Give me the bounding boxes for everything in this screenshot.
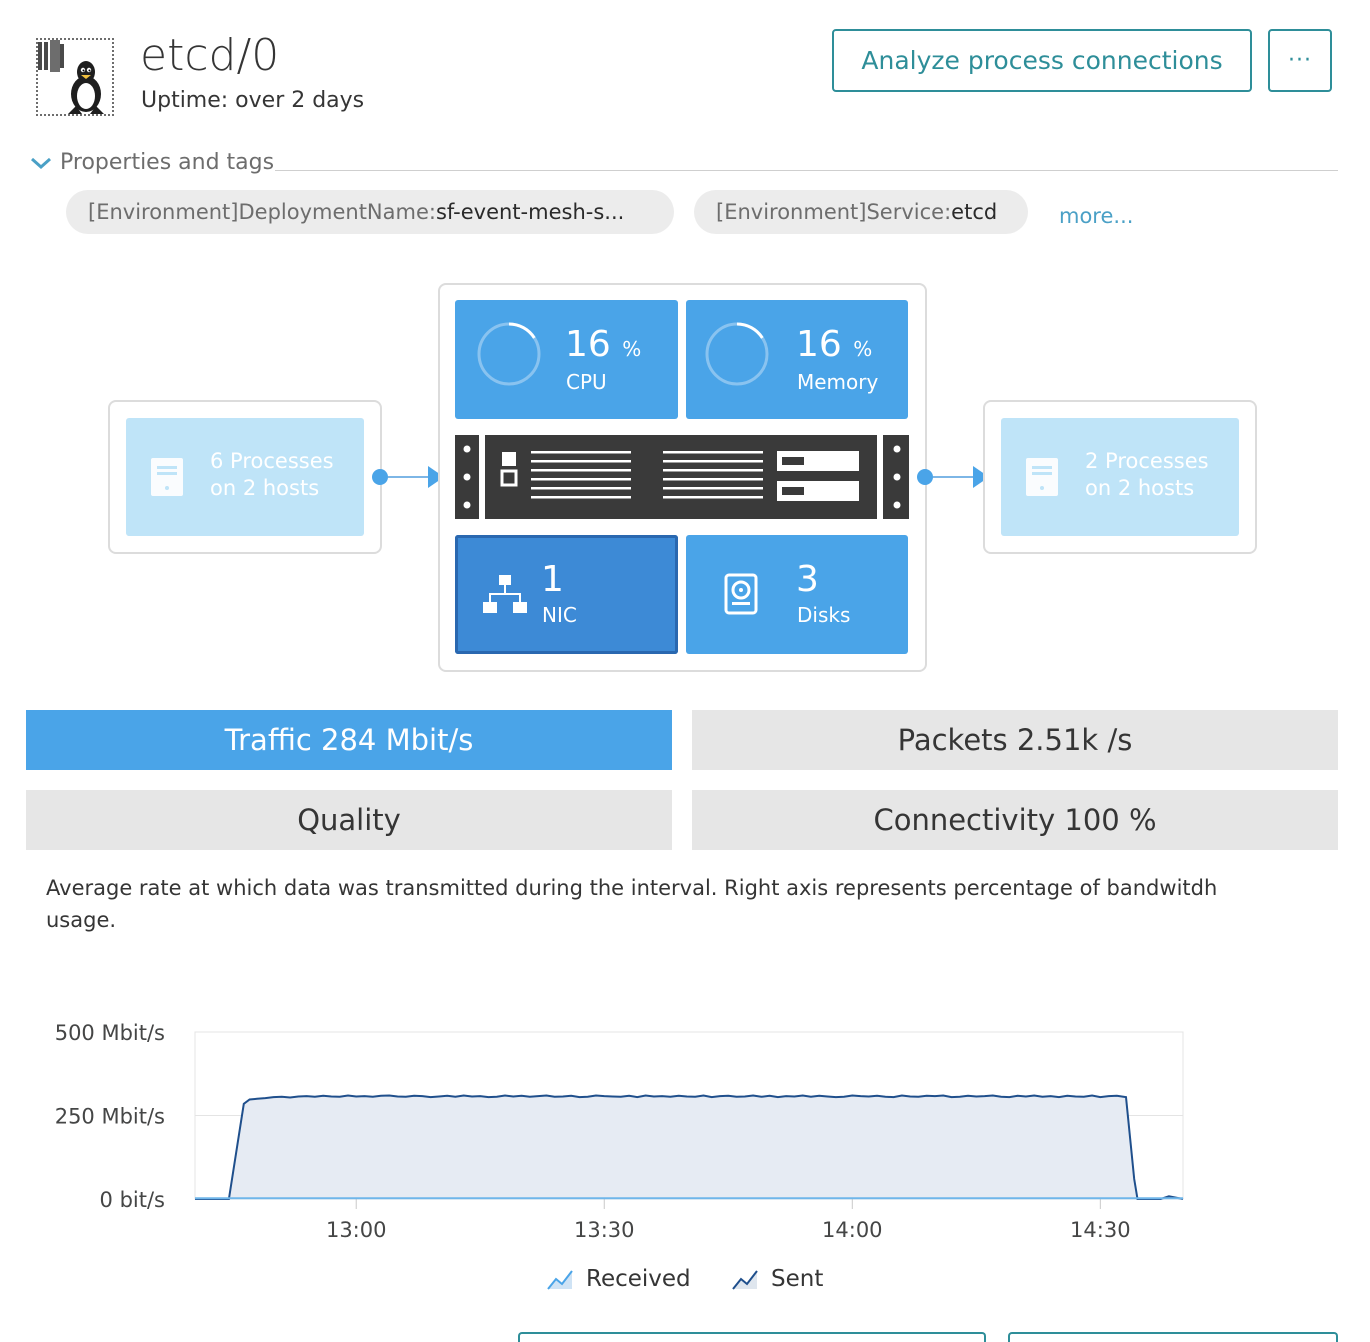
cpu-gauge-icon: [477, 322, 541, 386]
y-tick-label: 500 Mbit/s: [55, 1021, 165, 1045]
callers-processes-box[interactable]: 6 Processes on 2 hosts: [126, 418, 364, 536]
cpu-unit: %: [622, 337, 642, 361]
metric-description: Average rate at which data was transmitt…: [46, 876, 1218, 932]
legend-sent[interactable]: Sent: [731, 1266, 823, 1292]
nic-count: 1: [541, 559, 564, 600]
disks-count: 3: [796, 559, 819, 600]
process-icon: [36, 38, 114, 116]
nic-tile[interactable]: 1 NIC: [455, 535, 678, 654]
area-series-icon: [547, 1270, 573, 1290]
cpu-label: CPU: [566, 370, 607, 394]
more-actions-button[interactable]: ···: [1268, 29, 1332, 92]
cpu-value: 16: [565, 324, 611, 365]
disk-icon: [724, 573, 758, 615]
tag-value: sf-event-mesh-s...: [435, 200, 625, 224]
callees-hosts: on 2 hosts: [1085, 476, 1195, 500]
tab-traffic[interactable]: Traffic 284 Mbit/s: [26, 710, 672, 770]
server-doc-icon: [151, 458, 183, 496]
network-icon: [483, 575, 527, 613]
properties-divider: [275, 170, 1338, 171]
callers-hosts: on 2 hosts: [210, 476, 320, 500]
memory-value: 16: [796, 324, 842, 365]
x-tick-label: 13:00: [326, 1218, 387, 1242]
more-tags-link[interactable]: more...: [1059, 204, 1133, 228]
callees-processes-box[interactable]: 2 Processes on 2 hosts: [1001, 418, 1239, 536]
chevron-down-icon: [31, 157, 51, 169]
x-tick-label: 14:00: [822, 1218, 883, 1242]
uptime-text: Uptime: over 2 days: [141, 88, 365, 113]
tag-deployment-name[interactable]: [Environment]DeploymentName: sf-event-me…: [66, 190, 674, 234]
server-doc-icon: [1026, 458, 1058, 496]
y-tick-label: 0 bit/s: [100, 1188, 165, 1212]
connector-line: [933, 476, 973, 478]
linux-penguin-icon: [38, 40, 104, 114]
bottom-action-button[interactable]: [1008, 1332, 1338, 1342]
connector-dot: [917, 469, 933, 485]
analyze-process-connections-button[interactable]: Analyze process connections: [832, 29, 1252, 92]
tag-key: [Environment]Service:: [716, 200, 952, 224]
memory-unit: %: [853, 337, 873, 361]
disks-tile[interactable]: 3 Disks: [686, 535, 908, 654]
traffic-chart[interactable]: 500 Mbit/s 250 Mbit/s 0 bit/s 13:00 13:30 14…: [0, 1000, 1370, 1260]
x-tick-label: 13:30: [574, 1218, 635, 1242]
disks-label: Disks: [797, 603, 851, 627]
connector-line: [388, 476, 428, 478]
callees-count: 2 Processes: [1085, 449, 1209, 473]
area-series-icon: [732, 1270, 758, 1290]
callees-frame: 2 Processes on 2 hosts: [983, 400, 1257, 554]
properties-toggle[interactable]: Properties and tags: [30, 150, 274, 175]
tag-value: etcd: [951, 200, 998, 224]
tag-key: [Environment]DeploymentName:: [88, 200, 436, 224]
bottom-action-button[interactable]: [518, 1332, 986, 1342]
memory-label: Memory: [797, 370, 879, 394]
tab-packets[interactable]: Packets 2.51k /s: [692, 710, 1338, 770]
properties-label: Properties and tags: [60, 150, 275, 175]
tab-connectivity[interactable]: Connectivity 100 %: [692, 790, 1338, 850]
page-title: etcd/0: [140, 30, 280, 81]
callers-count: 6 Processes: [210, 449, 334, 473]
legend-sent-label: Sent: [771, 1266, 824, 1292]
memory-gauge-icon: [705, 322, 769, 386]
callers-frame: 6 Processes on 2 hosts: [108, 400, 382, 554]
y-tick-label: 250 Mbit/s: [55, 1105, 165, 1129]
x-tick-label: 14:30: [1070, 1218, 1131, 1242]
legend-received[interactable]: Received: [546, 1266, 691, 1292]
connector-dot: [372, 469, 388, 485]
memory-tile[interactable]: 16 % Memory: [686, 300, 908, 419]
cpu-tile[interactable]: 16 % CPU: [455, 300, 678, 419]
nic-label: NIC: [542, 603, 577, 627]
received-series-area: [195, 1095, 1183, 1199]
server-rack-icon: [455, 435, 909, 519]
legend-received-label: Received: [586, 1266, 691, 1292]
tag-service[interactable]: [Environment]Service: etcd: [694, 190, 1028, 234]
tab-quality[interactable]: Quality: [26, 790, 672, 850]
